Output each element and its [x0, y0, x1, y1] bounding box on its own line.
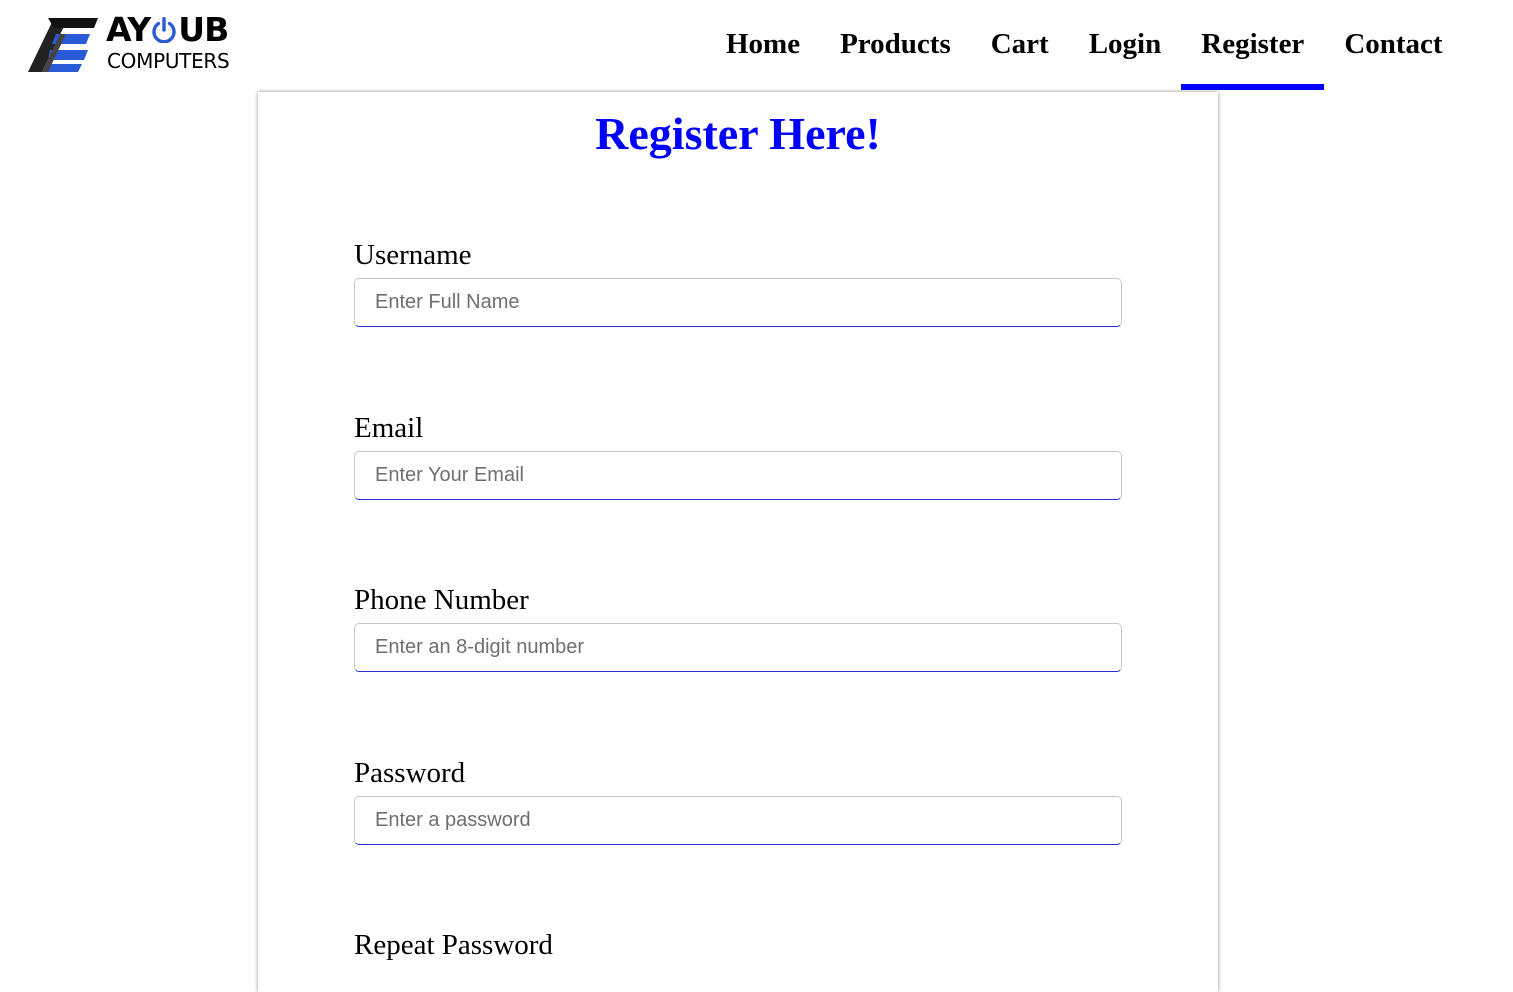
email-field-group: Email [354, 411, 1122, 500]
phone-field-group: Phone Number [354, 583, 1122, 672]
brand-name-top: AY UB [106, 10, 229, 49]
nav-contact[interactable]: Contact [1324, 0, 1462, 92]
password-input[interactable] [354, 796, 1122, 845]
main-nav: Home Products Cart Login Register Contac… [706, 0, 1463, 92]
username-label: Username [354, 239, 472, 271]
power-icon [152, 17, 176, 43]
form-title: Register Here! [595, 108, 881, 159]
site-header: AY UB COMPUTERS Home Products Cart Login… [0, 0, 1513, 92]
brand-logo[interactable]: AY UB COMPUTERS [28, 10, 248, 74]
register-form-card: Register Here! Username Email Phone Numb… [258, 92, 1218, 992]
nav-register[interactable]: Register [1181, 0, 1325, 92]
nav-cart[interactable]: Cart [971, 0, 1069, 92]
repeat-password-label: Repeat Password [354, 929, 553, 961]
email-input[interactable] [354, 451, 1122, 500]
password-label: Password [354, 757, 466, 789]
nav-products[interactable]: Products [820, 0, 971, 92]
password-field-group: Password [354, 756, 1122, 845]
username-field-group: Username [354, 238, 1122, 327]
nav-home[interactable]: Home [706, 0, 820, 92]
phone-label: Phone Number [354, 584, 529, 616]
repeat-password-field-group: Repeat Password [354, 928, 1122, 968]
brand-name-bottom: COMPUTERS [107, 49, 230, 73]
username-input[interactable] [354, 278, 1122, 327]
nav-login[interactable]: Login [1069, 0, 1182, 92]
logo-mark-icon [28, 18, 98, 72]
phone-input[interactable] [354, 623, 1122, 672]
email-label: Email [354, 412, 424, 444]
